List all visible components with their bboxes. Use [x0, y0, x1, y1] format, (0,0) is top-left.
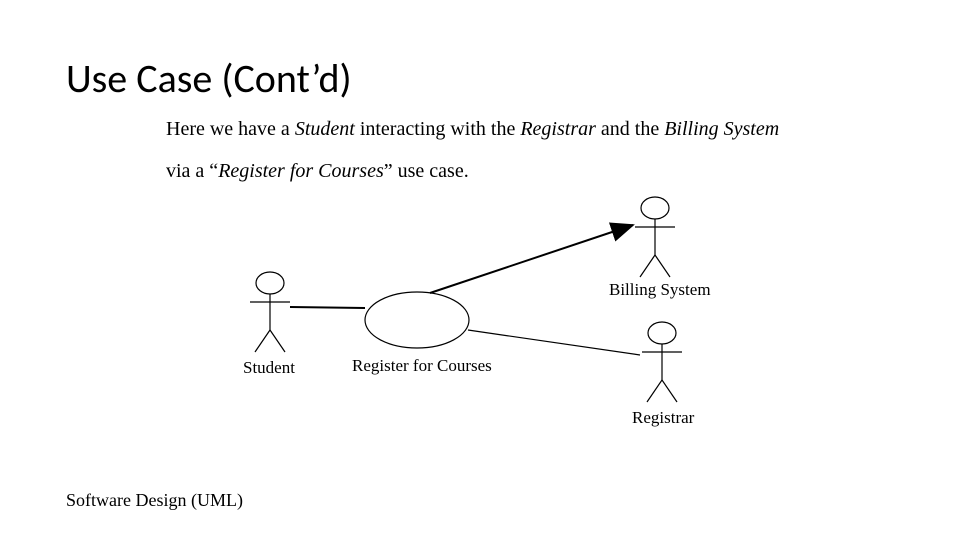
- assoc-student-usecase: [290, 307, 365, 308]
- assoc-usecase-registrar: [468, 330, 640, 355]
- billing-label: Billing System: [609, 280, 711, 300]
- usecase-diagram: [0, 0, 960, 540]
- student-actor-icon: [250, 272, 290, 352]
- student-label: Student: [243, 358, 295, 378]
- registrar-actor-icon: [642, 322, 682, 402]
- assoc-usecase-billing: [430, 225, 633, 293]
- registrar-label: Registrar: [632, 408, 694, 428]
- usecase-ellipse: [365, 292, 469, 348]
- billing-actor-icon: [635, 197, 675, 277]
- usecase-label: Register for Courses: [352, 356, 492, 376]
- slide-footer: Software Design (UML): [66, 490, 243, 511]
